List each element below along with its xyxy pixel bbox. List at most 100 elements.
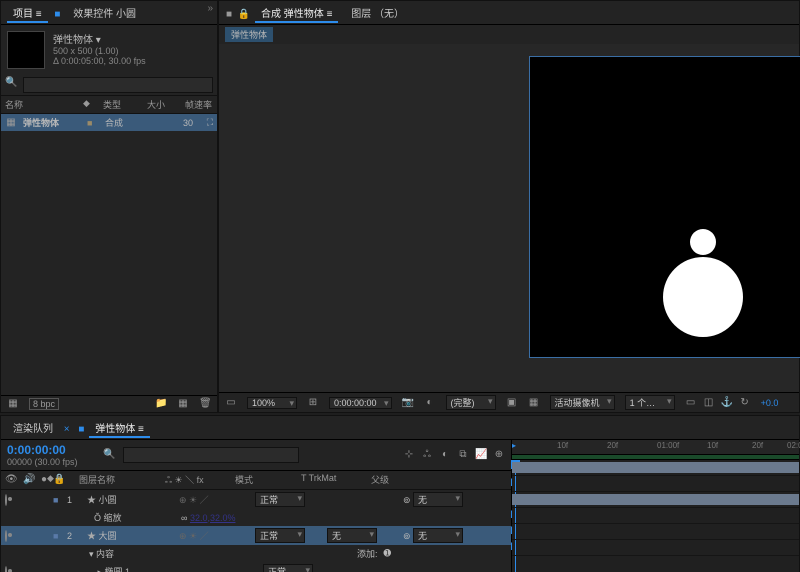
tab-timeline-comp[interactable]: 弹性物体 ≡ [87, 418, 152, 437]
panel-menu-icon[interactable]: » [207, 3, 213, 14]
interpret-icon[interactable]: ▦ [7, 398, 19, 410]
label-color-icon[interactable]: ■ [53, 495, 61, 505]
tl-tool-6[interactable]: ⊕ [493, 449, 505, 461]
layer-index: 1 [67, 495, 81, 505]
comp-duration: Δ 0:00:05:00, 30.00 fps [53, 56, 146, 66]
comp-canvas[interactable] [529, 56, 800, 358]
preview-time[interactable]: 0:00:00:00 [329, 397, 392, 409]
graph-editor-icon[interactable]: 📈 [475, 449, 487, 461]
col-type[interactable]: 类型 [103, 98, 139, 111]
eye-icon[interactable] [5, 530, 7, 542]
layer-bar-1[interactable] [512, 462, 799, 473]
layer-name[interactable]: 大圆 [99, 531, 117, 541]
shape-small-circle[interactable] [690, 229, 716, 255]
link-icon[interactable]: ∞ [181, 513, 187, 523]
transparency-icon[interactable]: ▦ [528, 397, 540, 409]
time-ruler[interactable]: ▸ 10f 20f 01:00f 10f 20f 02:00f [512, 440, 799, 455]
col-name[interactable]: 名称 [5, 98, 75, 111]
shy-icon[interactable]: ஃ [421, 449, 433, 461]
timeline-search-icon[interactable]: 🔍 [103, 449, 115, 461]
item-menu-icon[interactable]: ⛶ [207, 117, 213, 128]
tl-tool-3[interactable]: ◐ [439, 449, 451, 461]
composition-viewer[interactable] [219, 44, 799, 392]
search-icon[interactable]: 🔍 [5, 77, 17, 89]
col-eye-icon[interactable]: 👁 [5, 474, 17, 486]
views-dropdown[interactable]: 1 个… [625, 395, 675, 410]
scale-value[interactable]: 32.0,32.0% [190, 513, 236, 523]
group-row-ellipse[interactable]: ▸ 椭圆 1 正常 [1, 562, 511, 572]
channel-icon[interactable]: ◐ [424, 397, 436, 409]
col-switches[interactable]: ஃ ☀ ＼ fx [165, 473, 235, 487]
viewer-lock-icon[interactable]: 🔒 [238, 9, 250, 20]
eye-icon[interactable] [5, 566, 7, 572]
col-trkmat[interactable]: T TrkMat [301, 473, 371, 487]
trash-icon[interactable]: 🗑 [199, 398, 211, 410]
tab-effect-controls[interactable]: 效果控件 小圆 [65, 3, 144, 22]
trkmat-dropdown[interactable]: 无 [327, 528, 377, 543]
new-folder-icon[interactable]: 📁 [155, 398, 167, 410]
col-speaker-icon[interactable]: 🔊 [23, 474, 35, 486]
col-number[interactable]: # [56, 473, 61, 483]
new-comp-icon[interactable]: ▦ [177, 398, 189, 410]
snapshot-icon[interactable]: 📷 [402, 397, 414, 409]
exposure-value[interactable]: +0.0 [761, 398, 779, 408]
blend-mode-dropdown[interactable]: 正常 [255, 492, 305, 507]
tab-render-queue[interactable]: 渲染队列 [5, 418, 61, 437]
magnification-dropdown[interactable]: 100% [247, 397, 297, 409]
magnify-icon[interactable]: ▭ [225, 397, 237, 409]
shape-mode-dropdown[interactable]: 正常 [263, 564, 313, 572]
timeline-search-input[interactable] [123, 447, 299, 463]
camera-dropdown[interactable]: 活动摄像机 [550, 395, 615, 410]
current-timecode[interactable]: 0:00:00:00 [7, 443, 95, 457]
project-search-input[interactable] [23, 77, 213, 93]
timeline-columns: 👁 🔊 ● 🔒 ◆ # 图层名称 ஃ ☀ ＼ fx 模式 T TrkMat 父级 [1, 471, 511, 490]
viewer-pin-icon[interactable]: ■ [223, 9, 235, 21]
comp-name[interactable]: 弹性物体 [53, 35, 93, 46]
layer-bar-2[interactable] [512, 494, 799, 505]
comp-thumbnail[interactable] [7, 31, 45, 69]
shape-large-circle[interactable] [663, 257, 743, 337]
col-layer-name[interactable]: 图层名称 [79, 473, 165, 487]
col-label-icon[interactable]: ◆ [83, 98, 95, 111]
bpc-toggle[interactable]: 8 bpc [29, 398, 59, 410]
comp-name-dropdown-icon[interactable]: ▾ [96, 35, 101, 46]
keyframe-icon[interactable]: Ⅰ [510, 478, 513, 489]
vt-icon-3[interactable]: ⚓ [721, 397, 733, 409]
tl-tool-4[interactable]: ⧉ [457, 449, 469, 461]
parent-dropdown[interactable]: 无 [413, 528, 463, 543]
parent-dropdown[interactable]: 无 [413, 492, 463, 507]
breadcrumb-item[interactable]: 弹性物体 [225, 27, 273, 42]
eye-icon[interactable] [5, 494, 7, 506]
grid-icon[interactable]: ⊞ [307, 397, 319, 409]
col-parent[interactable]: 父级 [371, 473, 389, 487]
ruler-tick: 20f [607, 441, 618, 450]
keyframe-icon[interactable]: Ⅰ [510, 510, 513, 521]
vt-icon-4[interactable]: ↻ [739, 397, 751, 409]
keyframe-icon[interactable]: Ⅰ [510, 542, 513, 553]
col-size[interactable]: 大小 [147, 98, 177, 111]
tab-composition[interactable]: 合成 弹性物体 ≡ [253, 3, 340, 22]
roi-icon[interactable]: ▣ [506, 397, 518, 409]
resolution-dropdown[interactable]: (完整) [446, 395, 496, 410]
tl-tool-1[interactable]: ⊹ [403, 449, 415, 461]
keyframe-icon[interactable]: Ⅰ [510, 526, 513, 537]
col-mode[interactable]: 模式 [235, 473, 301, 487]
layer-row-2[interactable]: ■ 2 ★ 大圆 ⊕ ☀ ／ 正常 无 ⊚ 无 [1, 526, 511, 545]
property-row-scale[interactable]: Ŏ 缩放 ∞ 32.0,32.0% [1, 509, 511, 526]
tab-project[interactable]: 项目 ≡ [5, 3, 50, 22]
group-row-contents[interactable]: ▾ 内容 添加: ➊ [1, 545, 511, 562]
col-fps[interactable]: 帧速率 [185, 98, 212, 111]
layer-row-1[interactable]: ■ 1 ★ 小圆 ⊕ ☀ ／ 正常 ⊚ 无 [1, 490, 511, 509]
ruler-tick: 10f [707, 441, 718, 450]
project-footer: ▦ 8 bpc 📁 ▦ 🗑 [1, 395, 217, 412]
tab-layer-none[interactable]: 图层 （无） [343, 3, 412, 22]
blend-mode-dropdown[interactable]: 正常 [255, 528, 305, 543]
vt-icon-1[interactable]: ▭ [685, 397, 697, 409]
vt-icon-2[interactable]: ◫ [703, 397, 715, 409]
layer-name[interactable]: 小圆 [99, 495, 117, 505]
label-color-icon[interactable]: ■ [53, 531, 61, 541]
viewer-toolbar: ▭ 100% ⊞ 0:00:00:00 📷 ◐ (完整) ▣ ▦ 活动摄像机 1… [219, 392, 799, 412]
project-item-row[interactable]: ▦ 弹性物体 ■ 合成 30 ⛶ [1, 114, 217, 131]
add-button-icon[interactable]: ➊ [384, 548, 392, 559]
timeline-graph[interactable]: ▸ 10f 20f 01:00f 10f 20f 02:00f Ⅰ Ⅰ Ⅰ Ⅰ [512, 440, 799, 572]
